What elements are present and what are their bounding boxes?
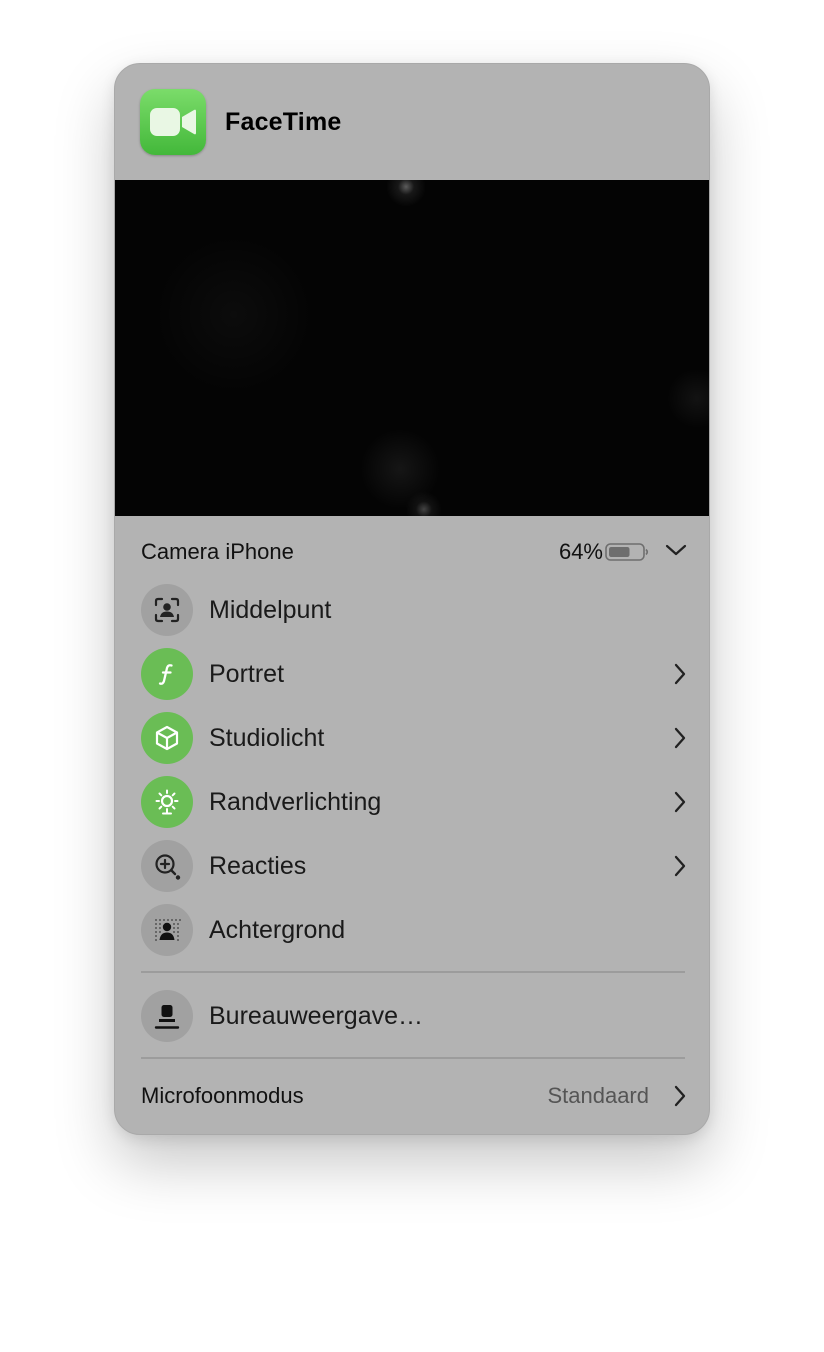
facetime-icon	[140, 89, 206, 155]
effect-center-stage[interactable]: Middelpunt	[141, 583, 687, 637]
effect-label: Reacties	[209, 852, 307, 880]
desk-view-button[interactable]: Bureauweergave…	[141, 989, 687, 1043]
effect-label: Portret	[209, 660, 285, 688]
divider	[141, 971, 685, 973]
divider	[141, 1057, 685, 1059]
background-icon[interactable]	[141, 904, 193, 956]
battery-icon	[605, 542, 649, 567]
effect-studio-light[interactable]: Studiolicht	[141, 711, 687, 765]
effect-background[interactable]: Achtergrond	[141, 903, 687, 957]
chevron-right-icon	[673, 854, 687, 883]
reactions-icon[interactable]	[141, 840, 193, 892]
effect-label: Randverlichting	[209, 788, 382, 816]
chevron-right-icon	[673, 662, 687, 691]
studio-light-icon[interactable]	[141, 712, 193, 764]
mic-mode-row[interactable]: Microfoonmodus Standaard	[141, 1080, 687, 1114]
effect-edge-light[interactable]: Randverlichting	[141, 775, 687, 829]
mic-mode-label: Microfoonmodus	[141, 1083, 304, 1108]
edge-light-icon[interactable]	[141, 776, 193, 828]
desk-view-icon[interactable]	[141, 990, 193, 1042]
panel-header: FaceTime	[115, 64, 709, 180]
camera-name: Camera iPhone	[141, 539, 294, 564]
app-title: FaceTime	[225, 108, 342, 136]
chevron-right-icon	[673, 726, 687, 755]
chevron-right-icon	[673, 1084, 687, 1113]
effect-label: Middelpunt	[209, 596, 332, 624]
effect-portrait[interactable]: Portret	[141, 647, 687, 701]
effect-label: Achtergrond	[209, 916, 346, 944]
camera-preview	[115, 180, 709, 516]
video-effects-panel: FaceTime Camera iPhone 64% Middelpunt Po…	[114, 63, 710, 1135]
effect-label: Studiolicht	[209, 724, 325, 752]
mic-mode-value: Standaard	[547, 1083, 649, 1108]
portrait-icon[interactable]	[141, 648, 193, 700]
center-stage-icon[interactable]	[141, 584, 193, 636]
battery-percentage: 64%	[558, 539, 603, 564]
desk-view-label: Bureauweergave…	[209, 1002, 424, 1030]
effect-reactions[interactable]: Reacties	[141, 839, 687, 893]
camera-selector[interactable]: Camera iPhone 64%	[141, 536, 687, 568]
chevron-down-icon[interactable]	[665, 542, 687, 563]
chevron-right-icon	[673, 790, 687, 819]
